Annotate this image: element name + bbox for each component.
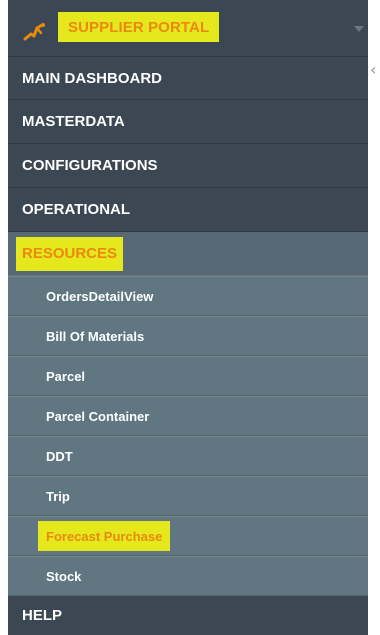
submenu-item-parcel-container[interactable]: Parcel Container bbox=[8, 396, 368, 436]
resources-section: RESOURCES OrdersDetailView Bill Of Mater… bbox=[8, 232, 368, 596]
resources-label: RESOURCES bbox=[22, 245, 118, 262]
sidebar-header: SUPPLIER PORTAL bbox=[8, 0, 368, 56]
page: SUPPLIER PORTAL MAIN DASHBOARD MASTERDAT… bbox=[0, 0, 380, 635]
forecast-purchase-label: Forecast Purchase bbox=[46, 528, 163, 544]
nav-item-configurations[interactable]: CONFIGURATIONS bbox=[8, 144, 368, 188]
submenu-item-trip[interactable]: Trip bbox=[8, 476, 368, 516]
nav-item-main-dashboard[interactable]: MAIN DASHBOARD bbox=[8, 56, 368, 100]
chevron-left-icon[interactable]: ‹ bbox=[370, 62, 376, 78]
submenu-item-bill-of-materials[interactable]: Bill Of Materials bbox=[8, 316, 368, 356]
sidebar: SUPPLIER PORTAL MAIN DASHBOARD MASTERDAT… bbox=[8, 0, 368, 635]
forecast-purchase-highlight: Forecast Purchase bbox=[38, 521, 171, 551]
submenu-item-stock[interactable]: Stock bbox=[8, 556, 368, 596]
nav-item-masterdata[interactable]: MASTERDATA bbox=[8, 100, 368, 144]
submenu-item-ddt[interactable]: DDT bbox=[8, 436, 368, 476]
nav-item-resources[interactable]: RESOURCES bbox=[8, 232, 368, 276]
runner-icon[interactable] bbox=[22, 22, 46, 42]
submenu-item-parcel[interactable]: Parcel bbox=[8, 356, 368, 396]
submenu-item-forecast-purchase[interactable]: Forecast Purchase bbox=[8, 516, 368, 556]
brand-highlight[interactable]: SUPPLIER PORTAL bbox=[58, 12, 220, 42]
nav-item-operational[interactable]: OPERATIONAL bbox=[8, 188, 368, 232]
brand-title: SUPPLIER PORTAL bbox=[68, 18, 210, 36]
resources-highlight: RESOURCES bbox=[16, 236, 124, 271]
chevron-down-icon[interactable] bbox=[354, 26, 364, 32]
nav-item-help[interactable]: HELP bbox=[8, 596, 368, 635]
submenu-item-ordersdetailview[interactable]: OrdersDetailView bbox=[8, 276, 368, 316]
